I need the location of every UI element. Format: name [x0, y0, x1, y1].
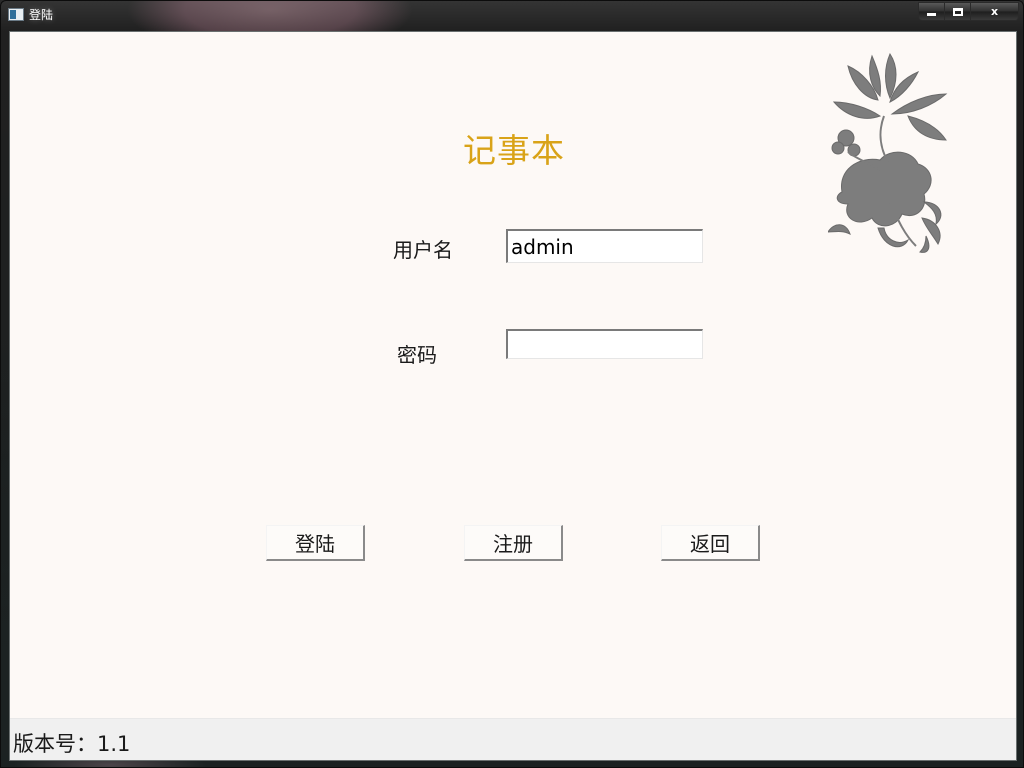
login-button[interactable]: 登陆: [266, 525, 365, 561]
status-bar: 版本号：1.1: [10, 718, 1016, 760]
window-app-icon[interactable]: [8, 8, 24, 21]
maximize-button[interactable]: [945, 2, 971, 21]
username-input[interactable]: [506, 229, 703, 263]
lotus-flower-icon: [828, 52, 948, 253]
maximize-icon: [952, 7, 963, 16]
back-button[interactable]: 返回: [661, 525, 760, 561]
window-title: 登陆: [29, 8, 54, 22]
version-label: 版本号：1.1: [13, 732, 131, 756]
close-button[interactable]: x: [971, 2, 1019, 21]
title-bar[interactable]: 登陆 x: [1, 1, 1024, 30]
register-button[interactable]: 注册: [464, 525, 563, 561]
password-input[interactable]: [506, 329, 703, 359]
caption-buttons: x: [918, 2, 1019, 21]
minimize-button[interactable]: [918, 2, 945, 21]
client-area: 记事本 用户名 admin 密码 登陆 注册 返回 版本号：1.1: [9, 31, 1017, 761]
login-window: 登陆 x 记事本 用户名 admin 密码 登陆 注册 返回 版本号：1.1: [0, 0, 1024, 768]
password-label: 密码: [397, 343, 437, 367]
minimize-icon: [927, 13, 936, 16]
username-label: 用户名: [393, 238, 453, 262]
close-icon: x: [990, 5, 999, 18]
